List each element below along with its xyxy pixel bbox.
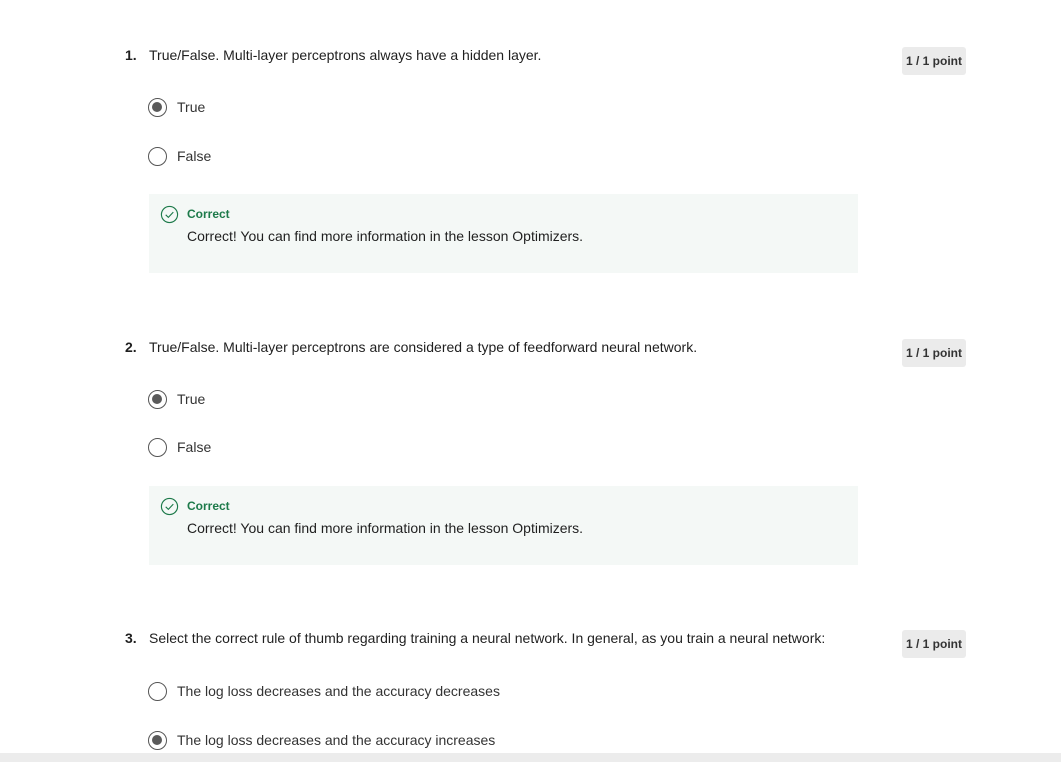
feedback-box: Correct Correct! You can find more infor… (149, 194, 858, 273)
radio-button[interactable] (148, 438, 167, 457)
feedback-title: Correct (187, 499, 230, 513)
radio-button-selected[interactable] (148, 98, 167, 117)
question-header: 2. True/False. Multi-layer perceptrons a… (0, 337, 1061, 367)
quiz-page: 1. True/False. Multi-layer perceptrons a… (0, 0, 1061, 762)
horizontal-scrollbar-track[interactable] (0, 753, 1061, 762)
radio-button-selected[interactable] (148, 390, 167, 409)
feedback-text: Correct! You can find more information i… (187, 228, 584, 244)
option-label: The log loss decreases and the accuracy … (177, 683, 500, 699)
question-text: True/False. Multi-layer perceptrons alwa… (149, 47, 542, 63)
option-label: The log loss decreases and the accuracy … (177, 732, 496, 748)
question-header: 3. Select the correct rule of thumb rega… (0, 628, 1061, 658)
feedback-text: Correct! You can find more information i… (187, 520, 584, 536)
question-text: True/False. Multi-layer perceptrons are … (149, 339, 698, 355)
radio-button-selected[interactable] (148, 731, 167, 750)
points-badge: 1 / 1 point (902, 630, 967, 658)
question-number: 3. (125, 630, 137, 646)
feedback-title: Correct (187, 207, 230, 221)
radio-button[interactable] (148, 147, 167, 166)
question-header: 1. True/False. Multi-layer perceptrons a… (0, 45, 1061, 75)
radio-button[interactable] (148, 682, 167, 701)
points-badge: 1 / 1 point (902, 47, 967, 75)
question-number: 2. (125, 339, 137, 355)
question-number: 1. (125, 47, 137, 63)
check-circle-icon (160, 205, 179, 224)
check-circle-icon (160, 497, 179, 516)
question-text: Select the correct rule of thumb regardi… (149, 630, 826, 646)
option-label: False (177, 148, 212, 164)
option-label: True (177, 391, 206, 407)
option-label: False (177, 439, 212, 455)
option-label: True (177, 99, 206, 115)
feedback-box: Correct Correct! You can find more infor… (149, 486, 858, 565)
points-badge: 1 / 1 point (902, 339, 967, 367)
